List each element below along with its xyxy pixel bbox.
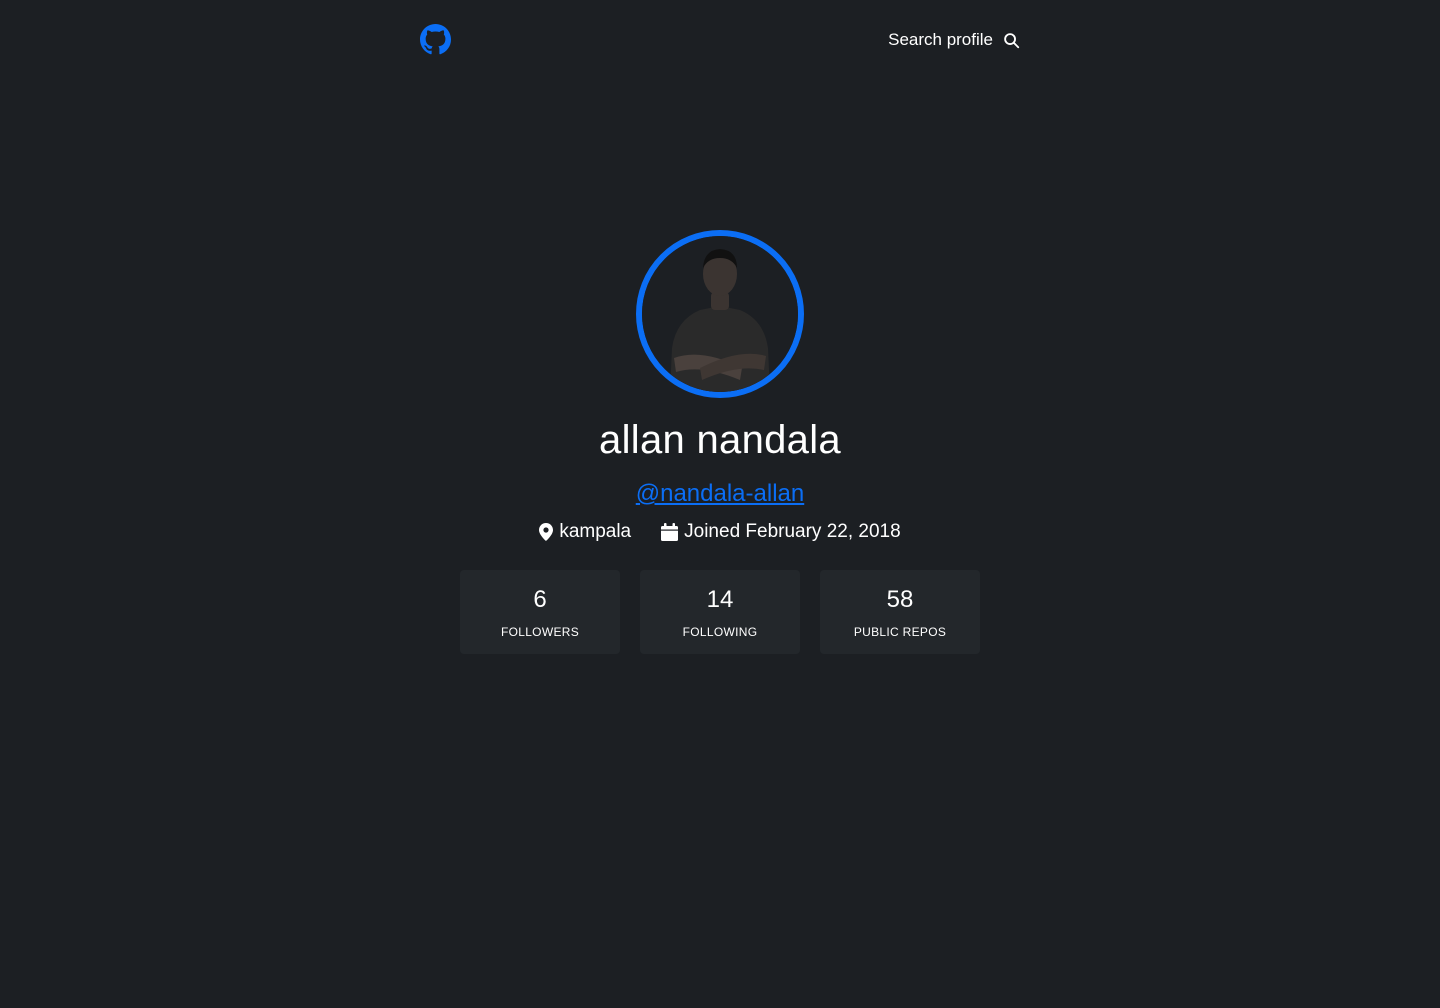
followers-label: FOLLOWERS xyxy=(500,625,580,639)
map-pin-icon xyxy=(539,523,554,541)
following-label: FOLLOWING xyxy=(682,625,758,639)
following-count: 14 xyxy=(706,586,734,613)
followers-count: 6 xyxy=(533,586,547,613)
joined-date: Joined February 22, 2018 xyxy=(661,520,901,544)
joined-text: Joined February 22, 2018 xyxy=(684,521,901,542)
followers-card[interactable]: 6 FOLLOWERS xyxy=(460,570,620,654)
profile-name: allan nandala xyxy=(599,418,841,462)
stats-row: 6 FOLLOWERS 14 FOLLOWING 58 PUBLIC REPOS xyxy=(0,570,1440,654)
public-repos-label: PUBLIC REPOS xyxy=(853,625,947,639)
location: kampala xyxy=(539,520,631,544)
search-profile-button[interactable]: Search profile xyxy=(888,28,1020,52)
avatar-photo xyxy=(642,236,798,392)
search-profile-label: Search profile xyxy=(888,30,993,49)
top-nav: Search profile xyxy=(420,0,1020,80)
avatar xyxy=(636,230,804,398)
profile-login-link[interactable]: @nandala-allan xyxy=(636,480,804,508)
location-text: kampala xyxy=(559,521,632,542)
github-icon[interactable] xyxy=(420,24,451,55)
calendar-icon xyxy=(661,523,679,541)
search-icon xyxy=(1004,32,1020,48)
public-repos-count: 58 xyxy=(886,586,914,613)
profile-section: allan nandala @nandala-allan kampala Joi… xyxy=(0,230,1440,654)
following-card[interactable]: 14 FOLLOWING xyxy=(640,570,800,654)
profile-meta: kampala Joined February 22, 2018 xyxy=(0,520,1440,544)
profile-page: Search profile allan nandala @nandala-al… xyxy=(0,0,1440,1008)
public-repos-card[interactable]: 58 PUBLIC REPOS xyxy=(820,570,980,654)
